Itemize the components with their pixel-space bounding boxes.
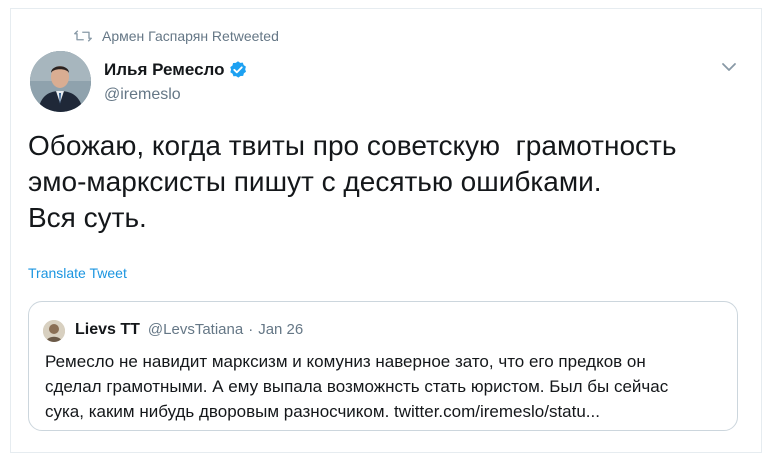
author-photo (30, 51, 91, 112)
tweet-text-line: Обожаю, когда твиты про советскую грамот… (28, 130, 677, 161)
chevron-down-icon[interactable] (720, 60, 738, 74)
quoted-author-name: Lievs TT (75, 321, 140, 338)
retweet-icon (74, 30, 92, 42)
avatar[interactable] (30, 51, 91, 112)
quoted-text-line: сделал грамотными. А ему выпала возможнс… (45, 377, 669, 396)
author-name[interactable]: Илья Ремесло (104, 60, 224, 80)
quoted-separator: · (248, 321, 254, 338)
tweet-text: Обожаю, когда твиты про советскую грамот… (28, 128, 748, 236)
verified-badge-icon (230, 61, 247, 78)
tweet-text-line: Вся суть. (28, 202, 147, 233)
retweet-context[interactable]: Армен Гаспарян Retweeted (74, 27, 279, 45)
quoted-author-photo (43, 320, 65, 342)
quoted-text: Ремесло не навидит марксизм и комуниз на… (45, 349, 731, 424)
quoted-header: Lievs TT @LevsTatiana · Jan 26 (75, 321, 303, 339)
quoted-tweet[interactable]: Lievs TT @LevsTatiana · Jan 26 Ремесло н… (28, 301, 738, 431)
author-handle[interactable]: @iremeslo (104, 86, 181, 104)
quoted-text-line: Ремесло не навидит марксизм и комуниз на… (45, 352, 646, 371)
quoted-date: Jan 26 (258, 321, 304, 338)
translate-tweet-link[interactable]: Translate Tweet (28, 265, 127, 281)
retweet-label: Армен Гаспарян Retweeted (102, 28, 279, 44)
tweet-text-line: эмо-марксисты пишут с десятью ошибками. (28, 166, 602, 197)
quoted-text-line: сука, каким нибудь дворовым разносчиком.… (45, 402, 600, 421)
quoted-avatar (43, 320, 65, 342)
author-header: Илья Ремесло (104, 60, 248, 80)
quoted-author-handle: @LevsTatiana (147, 321, 244, 338)
